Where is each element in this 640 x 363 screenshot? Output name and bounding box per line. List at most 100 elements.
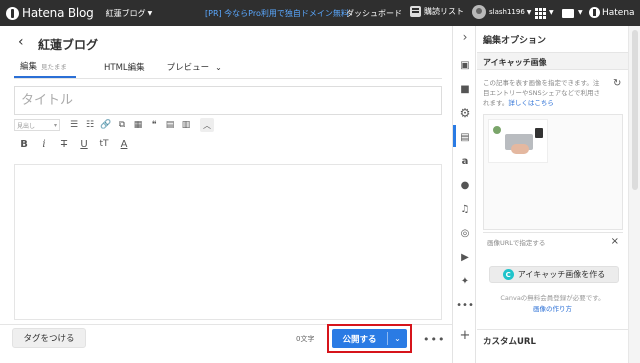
align-icon[interactable]: ▤ [162,118,178,132]
user-menu[interactable]: slash1196 ▼ [472,5,531,19]
tab-edit-sub: 見たまま [41,63,67,71]
rakuten-icon[interactable]: ● [458,178,472,192]
reader-label: 購読リスト [424,7,464,16]
divider [14,78,442,79]
image-url-field[interactable]: 画像URLで指定する × [483,232,623,250]
more-icon[interactable]: ••• [456,298,474,312]
heading-select[interactable]: 見出し ▾ [14,119,60,131]
hatena-logo-icon [589,7,600,18]
tab-preview[interactable]: プレビュー ⌄ [167,56,222,78]
document-icon[interactable]: ▤ [458,130,472,144]
logo-text: Hatena Blog [22,6,94,20]
panel-title: 編集オプション [483,36,547,46]
top-bar: Hatena Blog 紅蓮ブログ ▼ [PR] 今ならPro利用で独自ドメイン… [0,0,640,26]
eyecatch-image-list [483,114,623,230]
create-eyecatch-button[interactable]: C アイキャッチ画像を作る [489,266,619,283]
canva-note-text: Canvaの無料会員登録が必要です。 [500,294,605,302]
heading-select-value: 見出し [17,122,36,130]
photo-icon[interactable]: ▣ [458,58,472,72]
chevron-down-icon: ▼ [526,8,532,16]
eyecatch-section-header[interactable]: アイキャッチ画像 [477,52,628,70]
chevron-right-icon[interactable]: › [458,30,472,44]
tab-html[interactable]: HTML編集 [104,56,145,78]
more-options-icon[interactable]: ••• [423,333,445,346]
bullet-list-icon[interactable]: ☰ [66,118,82,132]
edit-options-panel: 編集オプション アイキャッチ画像 この記事を表す画像を指定できます。注目エントリ… [477,26,628,363]
bold-icon[interactable]: B [14,137,34,151]
title-input[interactable] [14,86,442,115]
reader-icon [410,6,421,17]
chevron-down-icon: ▼ [578,9,583,16]
strikethrough-icon[interactable]: T [54,137,74,151]
refresh-icon[interactable]: ↻ [613,78,621,89]
hatena-blog-logo[interactable]: Hatena Blog [6,0,94,26]
quote-icon[interactable]: ❝ [146,118,162,132]
box-icon[interactable]: ▥ [178,118,194,132]
hatena-link[interactable]: Hatena [589,7,635,18]
reader-list-link[interactable]: 購読リスト [410,6,464,17]
canva-icon: C [502,269,514,280]
folder-icon[interactable]: ■ [458,82,472,96]
option-icon-rail: › ▣ ■ ⚙ ▤ a ● ♫ ◎ ▶ ✦ ••• + [452,26,476,363]
underline-icon[interactable]: U [74,137,94,151]
tab-edit[interactable]: 編集 見たまま [14,56,76,78]
youtube-icon[interactable]: ▶ [458,250,472,264]
eyecatch-thumbnail[interactable] [488,119,548,163]
chevron-down-icon[interactable]: ⌄ [388,334,407,343]
editor-tabs: 編集 見たまま HTML編集 プレビュー ⌄ [14,56,222,78]
chevron-down-icon: ▼ [549,9,554,16]
pr-link[interactable]: [PR] 今ならPro利用で独自ドメイン無料 [205,8,349,19]
instagram-icon[interactable]: ◎ [458,226,472,240]
hatena-logo-icon [6,6,19,20]
message-icon[interactable] [562,9,574,18]
panel-scrollbar[interactable] [628,26,640,363]
page-title: 紅蓮ブログ [38,38,99,52]
chevron-down-icon: ▾ [53,121,57,129]
tab-preview-label: プレビュー [166,63,210,73]
font-size-icon[interactable]: tT [94,137,114,151]
tab-html-label: HTML編集 [104,63,145,73]
blog-selector[interactable]: 紅蓮ブログ ▼ [106,8,153,19]
apps-grid-icon[interactable] [535,8,546,19]
dashboard-link[interactable]: ダッシュボード [346,8,402,19]
custom-url-heading: カスタムURL [483,337,536,347]
eyecatch-help-link[interactable]: 詳しくはこちら [508,99,554,107]
embed-icon[interactable]: ⧉ [114,118,130,132]
active-indicator [453,125,456,147]
publish-button[interactable]: 公開する ⌄ [332,329,407,348]
publish-highlight: 公開する ⌄ [327,324,412,353]
eyecatch-description: この記事を表す画像を指定できます。注目エントリーやSNSシェアなどで利用されます… [483,78,601,108]
music-icon[interactable]: ♫ [458,202,472,216]
char-count: 0文字 [296,335,315,343]
image-url-label: 画像URLで指定する [487,238,546,247]
plus-icon[interactable]: + [458,328,472,343]
hatena-label: Hatena [602,7,635,18]
chevron-down-icon: ▼ [147,9,153,17]
custom-url-section[interactable]: カスタムURL [477,329,628,349]
italic-icon[interactable]: i [34,137,54,151]
body-editor[interactable] [14,164,442,320]
scrollbar-thumb[interactable] [632,30,638,190]
eyecatch-heading: アイキャッチ画像 [483,58,547,67]
amazon-icon[interactable]: a [458,154,472,168]
chevron-down-icon: ⌄ [215,62,222,72]
blog-selector-label: 紅蓮ブログ [105,8,146,18]
avatar [472,5,486,19]
link-icon[interactable]: 🔗 [98,118,114,132]
username: slash1196 [489,8,525,16]
tab-edit-label: 編集 [20,62,38,72]
create-eyecatch-label: アイキャッチ画像を作る [517,270,606,279]
publish-label: 公開する [342,334,377,345]
add-tag-button[interactable]: タグをつける [12,328,86,348]
text-style-toolbar: B i T U tT A [14,137,134,151]
table-icon[interactable]: ▦ [130,118,146,132]
twitter-icon[interactable]: ✦ [458,274,472,288]
back-arrow-icon[interactable]: ‹ [18,34,24,50]
gear-icon[interactable]: ⚙ [458,106,472,120]
close-icon[interactable]: × [611,236,619,247]
collapse-toolbar-icon[interactable]: ︿ [200,118,214,132]
canva-note: Canvaの無料会員登録が必要です。 画像の作り方 [477,293,628,315]
text-color-icon[interactable]: A [114,137,134,151]
numbered-list-icon[interactable]: ☷ [82,118,98,132]
canva-howto-link[interactable]: 画像の作り方 [533,305,572,313]
